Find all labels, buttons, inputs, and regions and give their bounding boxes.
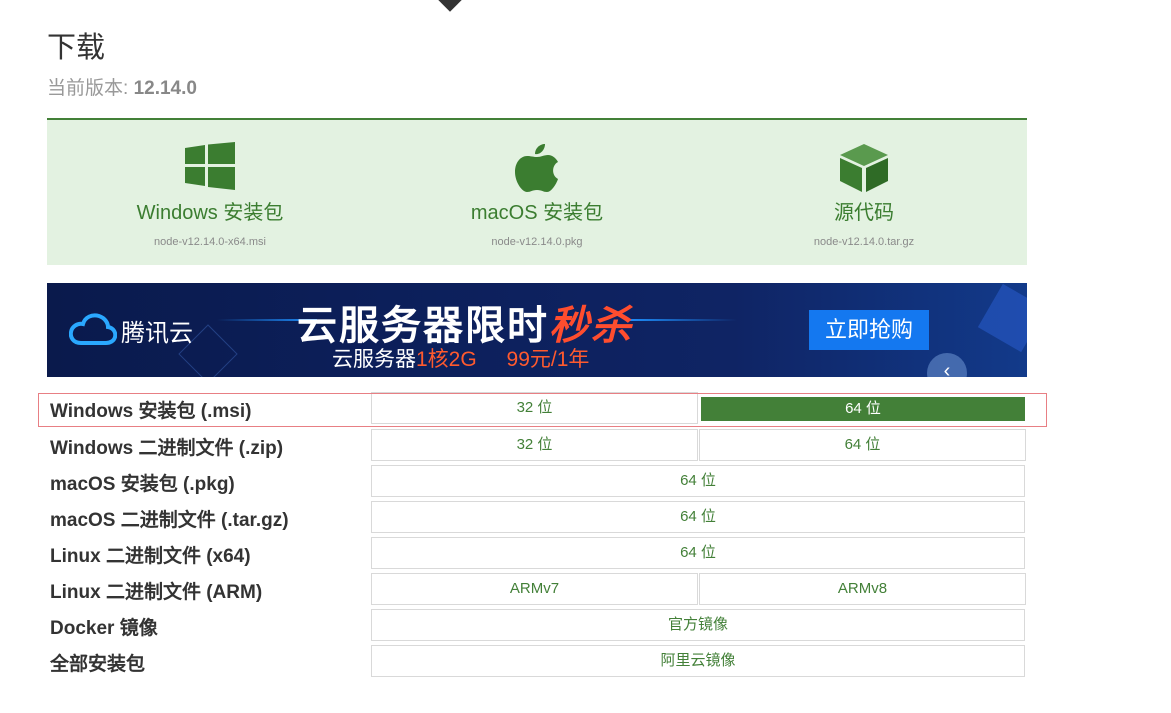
table-row: Linux 二进制文件 (x64) 64 位 — [46, 537, 1026, 569]
table-row: 全部安装包 阿里云镜像 — [46, 645, 1026, 677]
table-row: Linux 二进制文件 (ARM) ARMv7 ARMv8 — [46, 573, 1026, 605]
banner-subline: 云服务器1核2G 99元/1年 — [332, 343, 589, 373]
download-cell[interactable]: 64 位 — [699, 429, 1026, 461]
row-label: macOS 安装包 (.pkg) — [50, 474, 235, 495]
row-label: Docker 镜像 — [50, 618, 158, 639]
current-version: 当前版本: 12.14.0 — [47, 73, 197, 100]
download-label: 源代码 — [834, 202, 894, 224]
windows-icon — [185, 142, 235, 195]
download-windows[interactable]: Windows 安装包 node-v12.14.0-x64.msi — [47, 120, 373, 265]
version-label: 当前版本: — [47, 78, 129, 99]
download-filename: node-v12.14.0.tar.gz — [813, 236, 915, 248]
download-cell[interactable]: 64 位 — [371, 465, 1025, 497]
ad-banner[interactable]: 腾讯云 云服务器限时秒杀 云服务器1核2G 99元/1年 立即抢购 ‹ — [47, 283, 1027, 377]
row-label: Windows 二进制文件 (.zip) — [50, 438, 284, 459]
row-label: 全部安装包 — [50, 654, 146, 675]
download-cell[interactable]: ARMv7 — [371, 573, 698, 605]
download-panel: Windows 安装包 node-v12.14.0-x64.msi macOS … — [47, 118, 1027, 265]
banner-sub-spec: 1核2G — [416, 348, 477, 371]
box-icon — [838, 142, 890, 199]
download-label: macOS 安装包 — [470, 202, 604, 224]
banner-line — [627, 319, 737, 321]
download-cell[interactable]: 64 位 — [371, 501, 1025, 533]
download-filename: node-v12.14.0.pkg — [491, 236, 583, 248]
download-cell[interactable]: ARMv8 — [699, 573, 1026, 605]
table-row: Docker 镜像 官方镜像 — [46, 609, 1026, 641]
apple-icon — [515, 142, 559, 197]
banner-sub-price: 99元/1年 — [506, 348, 590, 371]
selection-highlight — [38, 393, 1047, 427]
row-label: Linux 二进制文件 (x64) — [50, 546, 251, 567]
carousel-prev-icon[interactable]: ‹ — [927, 353, 967, 377]
download-source[interactable]: 源代码 node-v12.14.0.tar.gz — [701, 120, 1027, 265]
dropdown-caret-icon — [437, 0, 463, 12]
download-filename: node-v12.14.0-x64.msi — [154, 236, 266, 248]
download-label: Windows 安装包 — [136, 202, 284, 224]
banner-headline-main: 云服务器限时 — [297, 304, 549, 348]
table-row: Windows 二进制文件 (.zip) 32 位 64 位 — [46, 429, 1026, 461]
download-cell[interactable]: 官方镜像 — [371, 609, 1025, 641]
table-row: macOS 安装包 (.pkg) 64 位 — [46, 465, 1026, 497]
banner-headline-accent: 秒杀 — [549, 304, 633, 348]
banner-brand: 腾讯云 — [121, 320, 193, 347]
buy-now-button[interactable]: 立即抢购 — [809, 310, 929, 350]
download-macos[interactable]: macOS 安装包 node-v12.14.0.pkg — [374, 120, 700, 265]
table-row: macOS 二进制文件 (.tar.gz) 64 位 — [46, 501, 1026, 533]
row-label: macOS 二进制文件 (.tar.gz) — [50, 510, 289, 531]
banner-sub-prefix: 云服务器 — [332, 348, 416, 371]
download-cell[interactable]: 32 位 — [371, 429, 698, 461]
page-title: 下载 — [47, 32, 106, 64]
banner-decoration — [977, 283, 1027, 353]
version-number: 12.14.0 — [133, 78, 197, 99]
download-cell[interactable]: 阿里云镜像 — [371, 645, 1025, 677]
cloud-logo-icon — [68, 313, 118, 350]
download-cell[interactable]: 64 位 — [371, 537, 1025, 569]
row-label: Linux 二进制文件 (ARM) — [50, 582, 263, 603]
